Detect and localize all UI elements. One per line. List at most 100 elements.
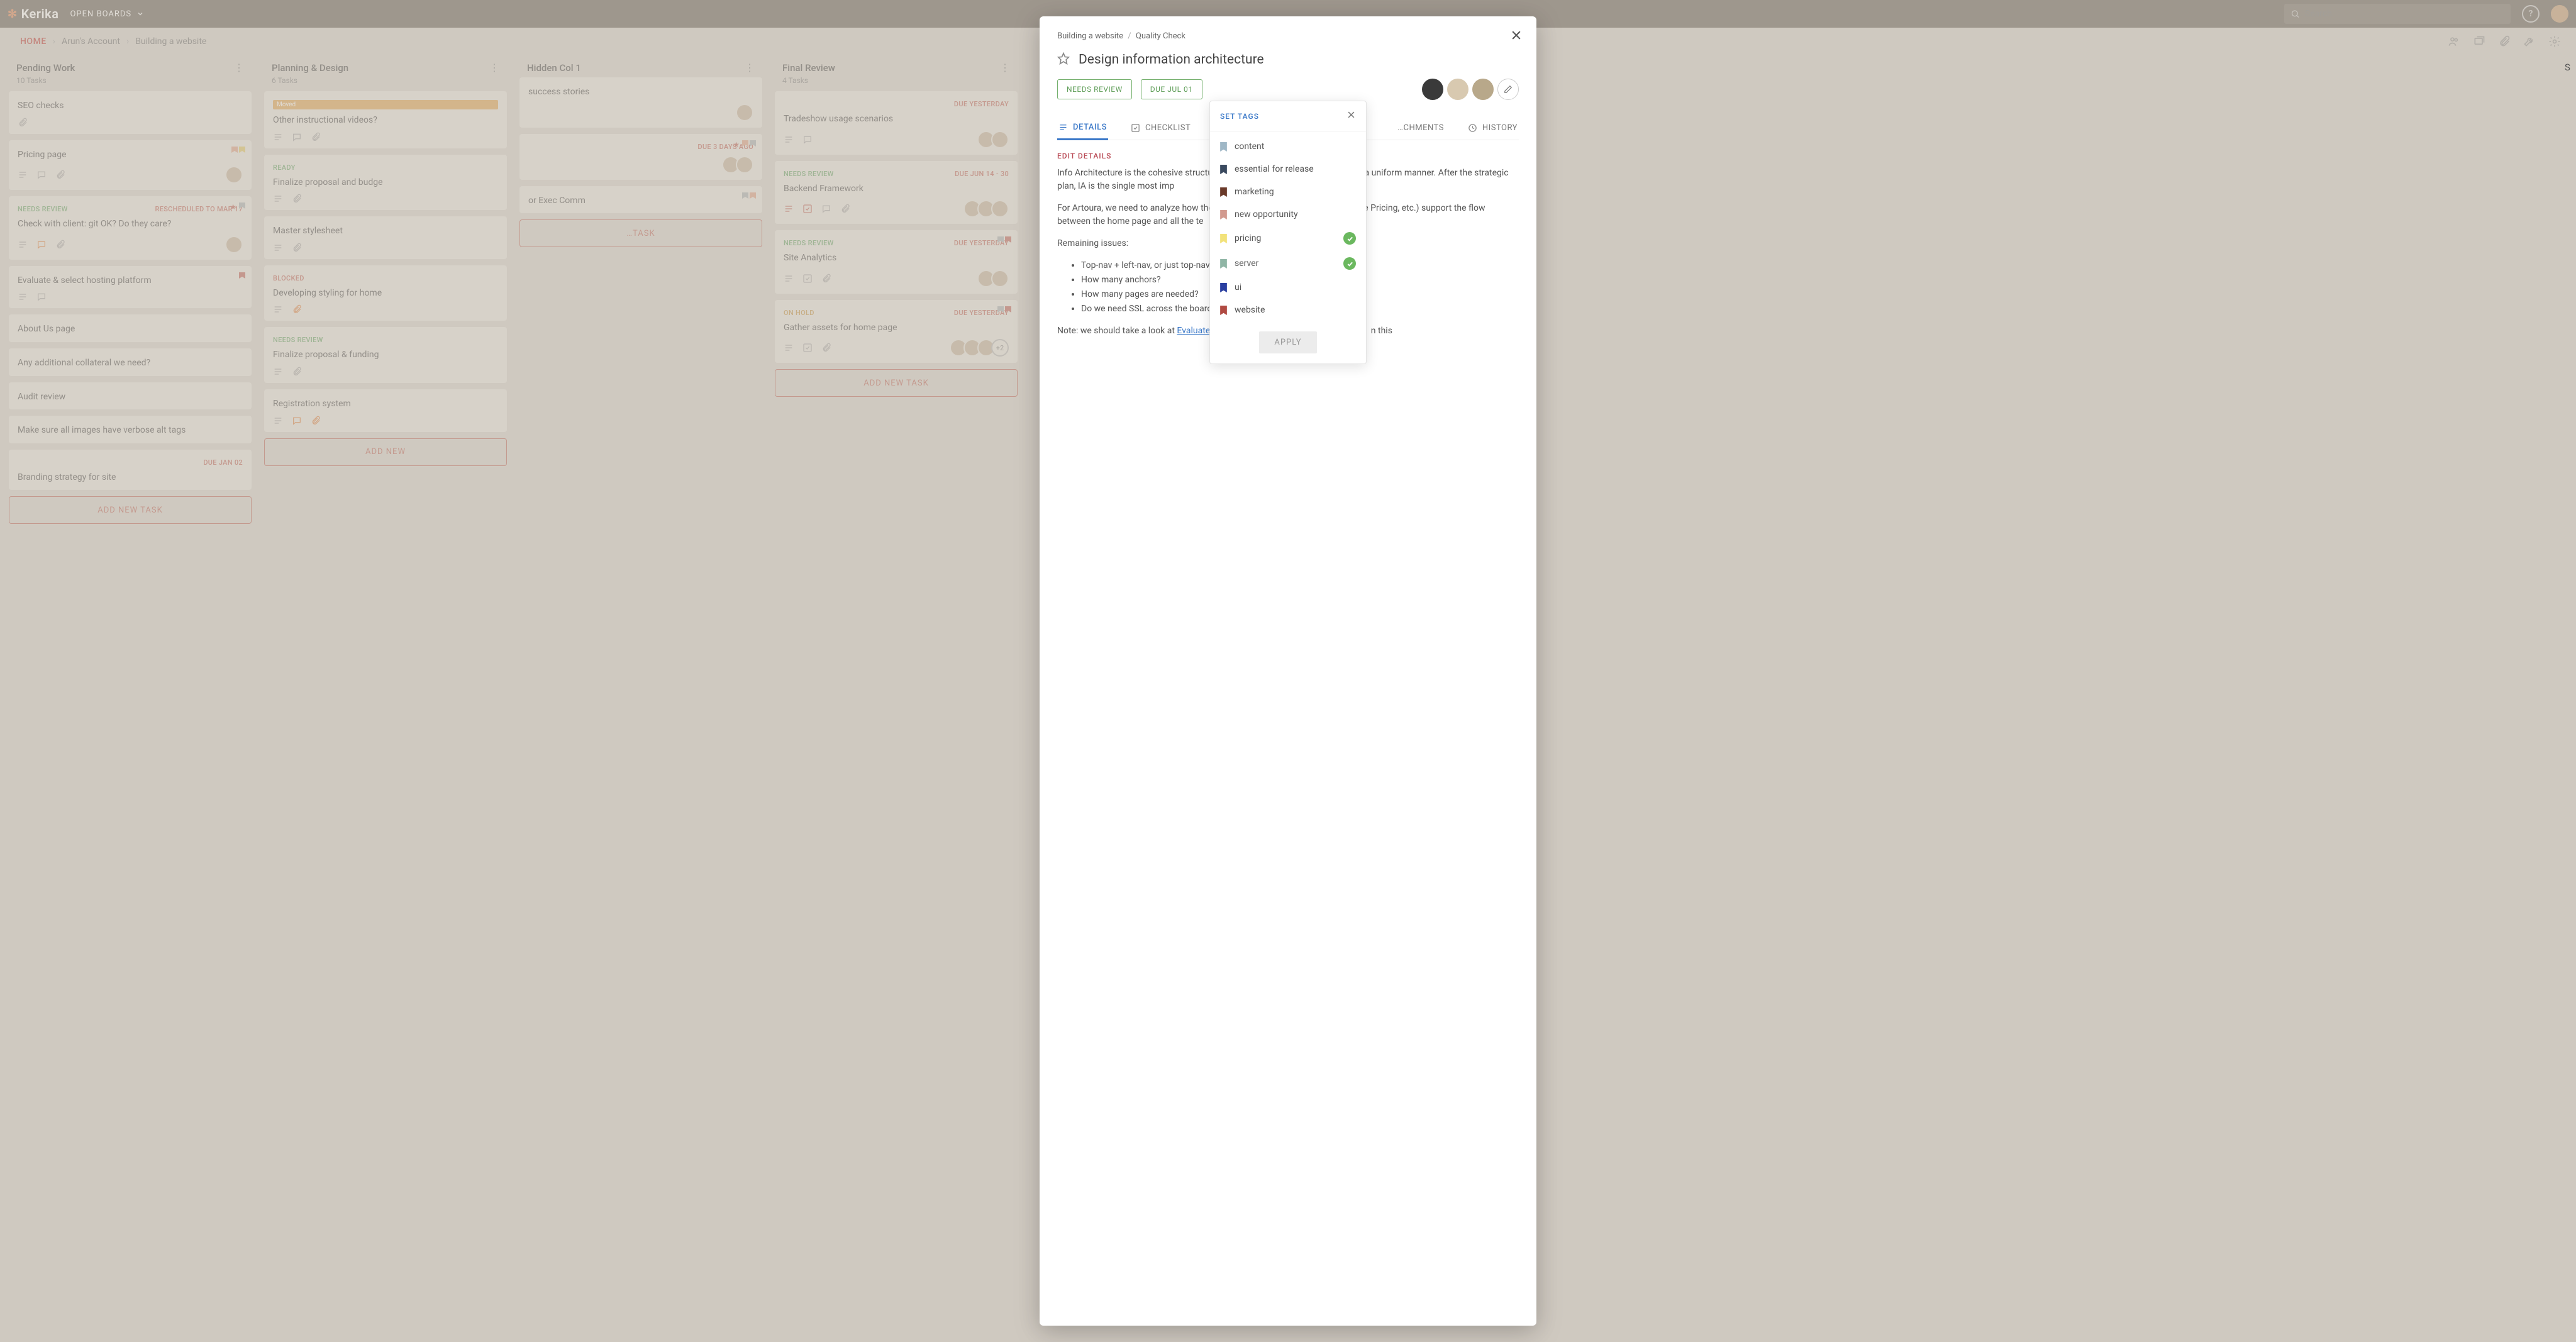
avatar[interactable] — [1422, 79, 1443, 100]
avatar[interactable] — [991, 131, 1009, 148]
add-task-button[interactable]: …TASK — [519, 219, 762, 247]
tag-option[interactable]: website — [1210, 299, 1366, 321]
column-menu-icon[interactable]: ⋮ — [1000, 62, 1010, 74]
wrench-icon[interactable] — [2523, 35, 2536, 48]
avatar[interactable] — [736, 156, 753, 174]
card[interactable]: READYFinalize proposal and budge — [264, 155, 507, 211]
desc-icon[interactable] — [784, 204, 794, 214]
clip-icon[interactable] — [311, 416, 321, 426]
crumb-account[interactable]: Arun's Account — [62, 36, 120, 47]
crumb-home[interactable]: HOME — [20, 36, 47, 47]
card[interactable]: NEEDS REVIEWFinalize proposal & funding — [264, 327, 507, 383]
card[interactable]: Pricing page — [9, 140, 252, 191]
tag-option[interactable]: server — [1210, 251, 1366, 276]
tab-details[interactable]: DETAILS — [1057, 116, 1108, 140]
card[interactable]: DUE YESTERDAYTradeshow usage scenarios — [775, 91, 1018, 155]
tab-checklist[interactable]: CHECKLIST — [1130, 116, 1192, 140]
paperclip-icon[interactable] — [2498, 35, 2511, 48]
desc-icon[interactable] — [273, 304, 283, 314]
desc-icon[interactable] — [273, 194, 283, 204]
clip-icon[interactable] — [292, 304, 302, 314]
clip-icon[interactable] — [840, 204, 850, 214]
chat-icon[interactable] — [802, 135, 813, 145]
tag-option[interactable]: essential for release — [1210, 158, 1366, 180]
chat-icon[interactable] — [292, 132, 302, 142]
clip-icon[interactable] — [292, 367, 302, 377]
avatar[interactable] — [225, 166, 243, 184]
clip-icon[interactable] — [821, 343, 831, 353]
app-logo[interactable]: ✻ Kerika — [8, 6, 58, 21]
tag-option[interactable]: marketing — [1210, 180, 1366, 203]
clip-icon[interactable] — [18, 118, 28, 128]
desc-icon[interactable] — [18, 170, 28, 180]
avatar[interactable] — [1472, 79, 1494, 100]
add-task-button[interactable]: ADD NEW TASK — [775, 369, 1018, 397]
people-icon[interactable] — [2448, 35, 2460, 48]
edit-assignees-button[interactable] — [1497, 79, 1519, 100]
clip-icon[interactable] — [292, 194, 302, 204]
check-icon[interactable] — [802, 343, 813, 353]
card[interactable]: Master stylesheet — [264, 216, 507, 259]
card[interactable]: NEEDS REVIEWDUE YESTERDAYSite Analytics — [775, 230, 1018, 294]
column-menu-icon[interactable]: ⋮ — [489, 62, 499, 74]
desc-icon[interactable] — [784, 274, 794, 284]
modal-path-column[interactable]: Quality Check — [1136, 31, 1185, 41]
card[interactable]: MovedOther instructional videos? — [264, 91, 507, 148]
help-icon[interactable]: ? — [2522, 5, 2540, 23]
card[interactable]: ★NEEDS REVIEWRESCHEDULED TO MAR 17Check … — [9, 196, 252, 260]
card[interactable]: Evaluate & select hosting platform — [9, 266, 252, 309]
desc-icon[interactable] — [18, 240, 28, 250]
card[interactable]: DUE JAN 02Branding strategy for site — [9, 450, 252, 491]
desc-icon[interactable] — [273, 416, 283, 426]
desc-icon[interactable] — [273, 132, 283, 142]
star-icon[interactable] — [1057, 52, 1070, 67]
tab-history[interactable]: HISTORY — [1467, 116, 1519, 140]
tab-attachments[interactable]: …CHMENTS — [1396, 116, 1445, 140]
check-icon[interactable] — [802, 274, 813, 284]
search-box[interactable] — [2284, 4, 2511, 24]
clip-icon[interactable] — [55, 240, 65, 250]
clip-icon[interactable] — [292, 243, 302, 253]
desc-icon[interactable] — [784, 135, 794, 145]
card[interactable]: success stories — [519, 77, 762, 128]
card[interactable]: or Exec Comm — [519, 186, 762, 214]
modal-path-board[interactable]: Building a website — [1057, 31, 1123, 41]
card[interactable]: BLOCKEDDeveloping styling for home — [264, 265, 507, 321]
status-chip[interactable]: NEEDS REVIEW — [1057, 79, 1132, 99]
open-boards-menu[interactable]: OPEN BOARDS — [70, 9, 144, 19]
add-task-button[interactable]: ADD NEW TASK — [9, 496, 252, 524]
card[interactable]: Audit review — [9, 382, 252, 410]
desc-icon[interactable] — [273, 243, 283, 253]
card[interactable]: SEO checks — [9, 91, 252, 134]
tag-option[interactable]: pricing — [1210, 226, 1366, 251]
chat-icon[interactable] — [36, 292, 47, 302]
chat-icon[interactable] — [36, 170, 47, 180]
column-menu-icon[interactable]: ⋮ — [745, 62, 755, 74]
crumb-board[interactable]: Building a website — [135, 36, 206, 47]
apply-button[interactable]: APPLY — [1259, 331, 1316, 353]
avatar[interactable] — [225, 236, 243, 253]
more-avatars[interactable]: +2 — [991, 339, 1009, 357]
desc-icon[interactable] — [273, 367, 283, 377]
boards-icon[interactable] — [2473, 35, 2485, 48]
tag-option[interactable]: ui — [1210, 276, 1366, 299]
clip-icon[interactable] — [55, 170, 65, 180]
user-avatar[interactable] — [2551, 5, 2568, 23]
card[interactable]: NEEDS REVIEWDUE JUN 14 - 30Backend Frame… — [775, 161, 1018, 225]
avatar[interactable] — [736, 104, 753, 121]
card[interactable]: Registration system — [264, 389, 507, 432]
desc-icon[interactable] — [784, 343, 794, 353]
tag-option[interactable]: new opportunity — [1210, 203, 1366, 226]
avatar[interactable] — [991, 270, 1009, 287]
chat-icon[interactable] — [36, 240, 47, 250]
avatar[interactable] — [1447, 79, 1468, 100]
card[interactable]: ON HOLDDUE YESTERDAYGather assets for ho… — [775, 300, 1018, 363]
clip-icon[interactable] — [311, 132, 321, 142]
clip-icon[interactable] — [821, 274, 831, 284]
search-input[interactable] — [2305, 9, 2504, 19]
chat-icon[interactable] — [292, 416, 302, 426]
close-icon[interactable] — [1510, 29, 1523, 44]
card[interactable]: ★DUE 3 DAYS AGO — [519, 134, 762, 180]
card[interactable]: Any additional collateral we need? — [9, 348, 252, 376]
add-task-button[interactable]: ADD NEW — [264, 438, 507, 466]
